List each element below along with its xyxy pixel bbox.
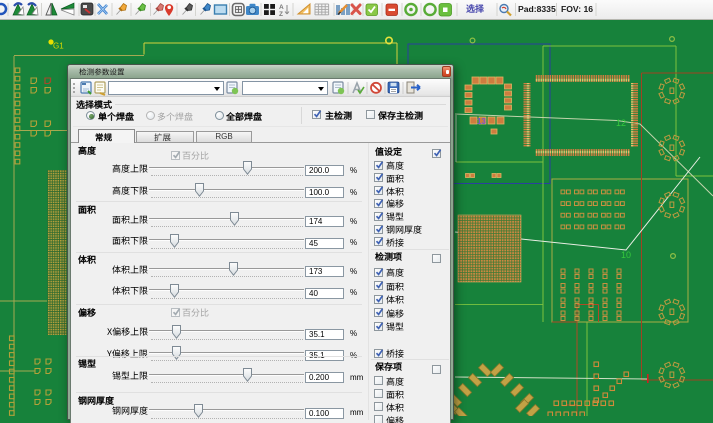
svg-text:Pad:8335: Pad:8335	[518, 4, 556, 14]
svg-text:FOV: 16: FOV: 16	[561, 4, 593, 14]
svg-text:A: A	[279, 4, 284, 11]
svg-text:G1: G1	[53, 42, 64, 51]
svg-text:10: 10	[621, 250, 631, 260]
svg-text:Z: Z	[279, 11, 283, 18]
svg-text:13: 13	[477, 117, 486, 126]
svg-text:12: 12	[616, 118, 626, 128]
